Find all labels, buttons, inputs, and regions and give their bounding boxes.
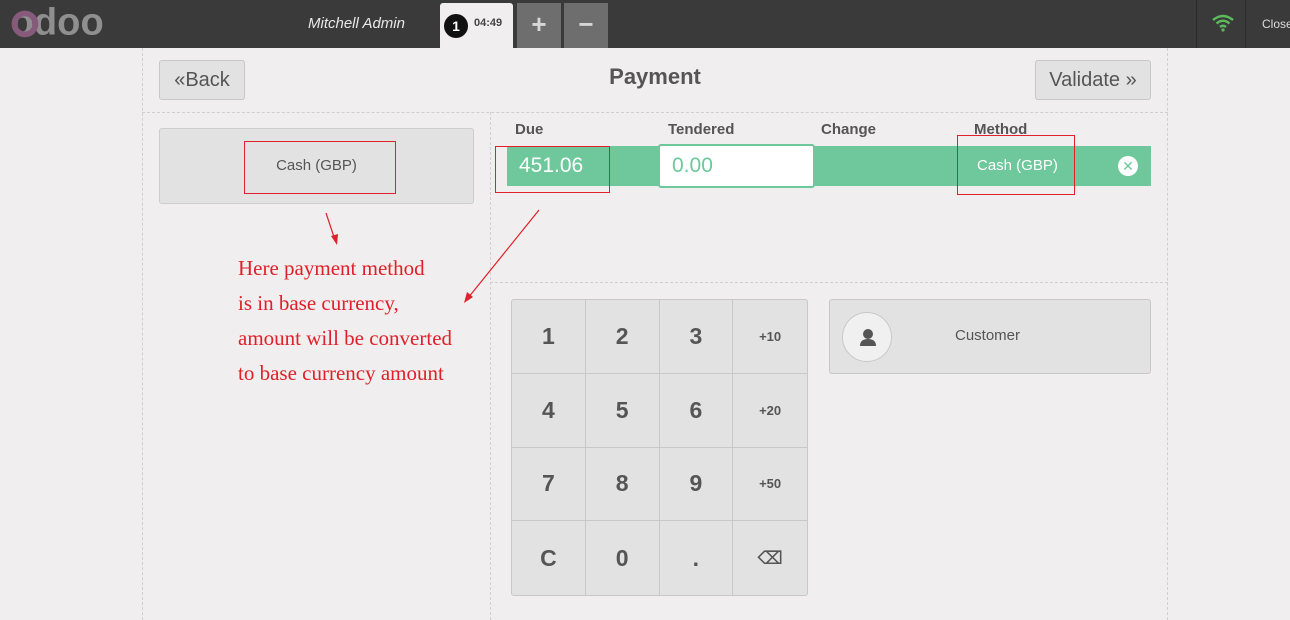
annotation-box xyxy=(495,146,610,193)
cashier-name[interactable]: Mitchell Admin xyxy=(308,15,405,32)
divider xyxy=(142,112,1168,113)
numpad-key-9[interactable]: 9 xyxy=(659,447,734,522)
validate-button[interactable]: Validate » xyxy=(1035,60,1151,100)
annotation-line: Here payment method xyxy=(238,256,425,280)
numpad-key-6[interactable]: 6 xyxy=(659,373,734,448)
numpad-key-2[interactable]: 2 xyxy=(585,300,660,374)
close-button[interactable]: Close xyxy=(1262,17,1290,31)
column-due: Due xyxy=(515,121,544,138)
validate-label: Validate xyxy=(1049,69,1121,91)
tendered-input[interactable]: 0.00 xyxy=(658,144,815,188)
remove-order-button[interactable]: − xyxy=(564,3,608,48)
numpad-key-1[interactable]: 1 xyxy=(512,300,586,374)
annotation-line: to base currency amount xyxy=(238,361,444,385)
order-time: 04:49 xyxy=(474,17,503,29)
numpad-key-3[interactable]: 3 xyxy=(659,300,734,374)
numpad-key-8[interactable]: 8 xyxy=(585,447,660,522)
topbar-divider xyxy=(1196,0,1197,48)
add-order-button[interactable]: + xyxy=(517,3,561,48)
customer-button[interactable]: Customer xyxy=(829,299,1151,374)
odoo-logo: odoo xyxy=(11,2,104,42)
numpad-key-5[interactable]: 5 xyxy=(585,373,660,448)
numpad-key-4[interactable]: 4 xyxy=(512,373,586,448)
numpad-key-plus50[interactable]: +50 xyxy=(733,448,807,522)
chevrons-right-icon: » xyxy=(1125,69,1137,91)
page-title: Payment xyxy=(609,64,701,89)
wifi-icon xyxy=(1212,14,1234,32)
numpad-key-clear[interactable]: C xyxy=(512,521,586,595)
order-tab[interactable]: 1 04:49 xyxy=(440,3,513,48)
numpad-key-0[interactable]: 0 xyxy=(586,521,660,595)
annotation-line: amount will be converted xyxy=(238,326,453,350)
backspace-icon[interactable]: ⌫ xyxy=(733,521,807,595)
annotation-line: is in base currency, xyxy=(238,291,399,315)
chevrons-left-icon: « xyxy=(174,69,186,91)
divider xyxy=(490,282,1168,283)
annotation-box xyxy=(957,135,1075,195)
numpad-key-plus10[interactable]: +10 xyxy=(733,300,807,374)
numpad-key-plus20[interactable]: +20 xyxy=(733,374,807,448)
order-number-badge: 1 xyxy=(444,14,468,38)
annotation-box xyxy=(244,141,396,194)
topbar-divider xyxy=(1245,0,1246,48)
column-change: Change xyxy=(821,121,877,138)
annotation-text: Here payment method is in base currency,… xyxy=(238,251,498,391)
numpad-key-decimal[interactable]: . xyxy=(660,521,734,595)
user-icon xyxy=(842,312,892,362)
numpad: 1 2 3 +10 4 5 6 +20 7 8 9 +50 C 0 . ⌫ xyxy=(511,299,808,596)
back-label: Back xyxy=(185,69,230,91)
customer-label: Customer xyxy=(955,327,1021,344)
column-tendered: Tendered xyxy=(668,121,735,138)
delete-paymentline-icon[interactable]: ✕ xyxy=(1118,156,1138,176)
numpad-key-7[interactable]: 7 xyxy=(512,447,586,522)
back-button[interactable]: «Back xyxy=(159,60,245,100)
topbar: odoo Mitchell Admin 1 04:49 + − Close xyxy=(0,0,1290,48)
